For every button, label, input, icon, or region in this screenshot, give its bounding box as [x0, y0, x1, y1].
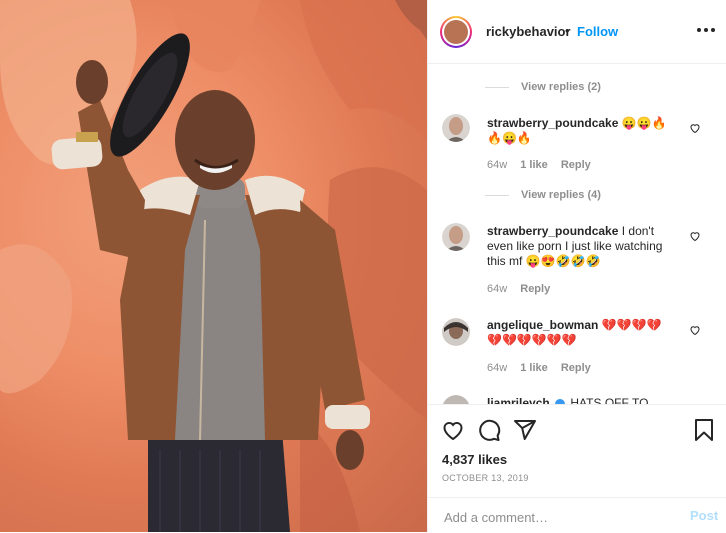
comment-meta: 64w 1 like Reply — [487, 159, 601, 171]
comment-body-line2: 🔥😛🔥 — [487, 131, 532, 145]
view-replies-button[interactable]: View replies (2) — [485, 81, 601, 93]
photo-illustration — [0, 0, 427, 532]
view-replies-label: View replies (2) — [521, 81, 601, 93]
instagram-post: rickybehavior • Follow View replies (2) … — [0, 0, 726, 532]
commenter-avatar[interactable] — [442, 223, 470, 251]
more-options-icon[interactable] — [696, 22, 716, 40]
comment-username[interactable]: liamrileych — [487, 396, 550, 404]
view-replies-button[interactable]: View replies (4) — [485, 189, 601, 201]
comment-body: 💔💔💔💔 — [601, 318, 662, 332]
post-comment-button[interactable]: Post — [690, 508, 718, 523]
comment-age: 64w — [487, 362, 508, 374]
post-username[interactable]: rickybehavior — [486, 24, 571, 39]
commenter-avatar[interactable] — [442, 395, 470, 404]
follow-button[interactable]: Follow — [577, 24, 618, 39]
comment-likes[interactable]: 1 like — [520, 362, 548, 374]
reply-button[interactable]: Reply — [520, 283, 550, 295]
view-replies-label: View replies (4) — [521, 189, 601, 201]
comment-like-heart-icon[interactable] — [689, 230, 701, 242]
comment-text: strawberry_poundcake 😛😛🔥 🔥😛🔥 — [487, 116, 683, 146]
post-side-panel: rickybehavior • Follow View replies (2) … — [427, 0, 726, 532]
comment-body: HATS OFF TO — [570, 396, 649, 404]
comment-text: angelique_bowman 💔💔💔💔 💔💔💔💔💔💔 — [487, 318, 683, 348]
reply-button[interactable]: Reply — [561, 159, 591, 171]
comment-age: 64w — [487, 159, 508, 171]
comment-body: 😛😛🔥 — [621, 116, 667, 130]
comment-like-heart-icon[interactable] — [689, 122, 701, 134]
comments-list: View replies (2) strawberry_poundcake 😛😛… — [428, 64, 726, 404]
comment-username[interactable]: strawberry_poundcake — [487, 116, 618, 130]
comment-body-line2: 💔💔💔💔💔💔 — [487, 333, 577, 347]
comment-like-heart-icon[interactable] — [689, 324, 701, 336]
add-comment-input[interactable] — [442, 506, 676, 528]
comment-icon[interactable] — [477, 418, 501, 442]
comment-meta: 64w 1 like Reply — [487, 362, 601, 374]
comment-age: 64w — [487, 283, 508, 295]
add-comment-bar: Post — [428, 497, 726, 533]
comment-meta: 64w Reply — [487, 283, 560, 295]
comment-username[interactable]: strawberry_poundcake — [487, 224, 618, 238]
comment-text: strawberry_poundcake I don't even like p… — [487, 224, 683, 269]
heart-icon[interactable] — [441, 418, 465, 442]
commenter-avatar[interactable] — [442, 114, 470, 142]
avatar[interactable] — [440, 16, 472, 48]
post-photo[interactable] — [0, 0, 427, 532]
share-icon[interactable] — [513, 418, 537, 442]
separator-dot: • — [565, 23, 570, 38]
post-header: rickybehavior • Follow — [428, 0, 726, 64]
comment-username[interactable]: angelique_bowman — [487, 318, 598, 332]
comment-text: liamrileych HATS OFF TO — [487, 396, 683, 404]
post-actions: 4,837 likes OCTOBER 13, 2019 Post — [428, 404, 726, 532]
commenter-avatar[interactable] — [442, 318, 470, 346]
comment-likes[interactable]: 1 like — [520, 159, 548, 171]
post-date[interactable]: OCTOBER 13, 2019 — [442, 473, 529, 483]
likes-count[interactable]: 4,837 likes — [442, 452, 507, 467]
reply-button[interactable]: Reply — [561, 362, 591, 374]
bookmark-icon[interactable] — [692, 418, 716, 442]
